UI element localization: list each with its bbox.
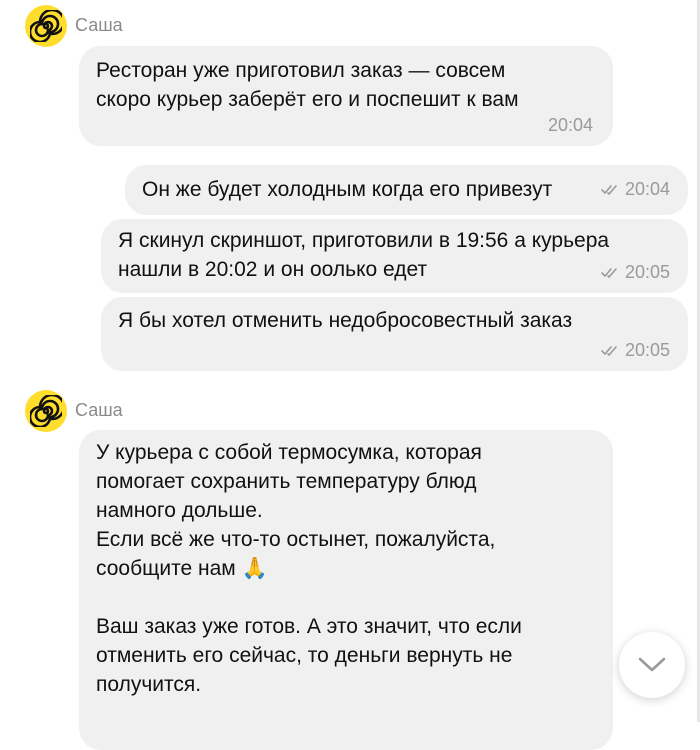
message-time-label: 20:04: [624, 179, 670, 199]
sender-avatar[interactable]: [25, 390, 67, 432]
sender-avatar[interactable]: [25, 5, 67, 47]
message-time: 20:04: [601, 179, 670, 200]
message-bubble-outgoing[interactable]: Он же будет холодным когда его привезут …: [125, 165, 688, 215]
sender-name: Саша: [75, 400, 123, 420]
message-time: 20:05: [601, 340, 670, 361]
message-text: Ресторан уже приготовил заказ — совсем с…: [96, 59, 519, 111]
message-text: Он же будет холодным когда его привезут: [142, 178, 553, 201]
double-check-icon: [601, 267, 621, 279]
double-check-icon: [601, 345, 621, 357]
message-text: У курьера с собой термосумка, которая по…: [96, 441, 522, 696]
message-text: Я бы хотел отменить недобросовестный зак…: [118, 309, 573, 332]
message-text: Я скинул скриншот, приготовили в 19:56 а…: [118, 229, 610, 281]
message-time-label: 20:05: [624, 340, 670, 360]
sender-name: Саша: [75, 15, 123, 35]
spiral-logo-icon: [30, 395, 62, 427]
double-check-icon: [601, 184, 621, 196]
message-time-label: 20:05: [624, 262, 670, 282]
scroll-down-button[interactable]: [619, 632, 685, 698]
chevron-down-icon: [638, 657, 666, 672]
message-bubble-incoming[interactable]: У курьера с собой термосумка, которая по…: [79, 430, 613, 750]
message-time-label: 20:04: [547, 115, 593, 135]
message-bubble-outgoing[interactable]: Я бы хотел отменить недобросовестный зак…: [101, 297, 688, 371]
message-time: 20:04: [548, 115, 593, 136]
message-time: 20:05: [601, 262, 670, 283]
message-bubble-incoming[interactable]: Ресторан уже приготовил заказ — совсем с…: [79, 46, 613, 146]
spiral-logo-icon: [30, 10, 62, 42]
message-bubble-outgoing[interactable]: Я скинул скриншот, приготовили в 19:56 а…: [101, 219, 688, 293]
